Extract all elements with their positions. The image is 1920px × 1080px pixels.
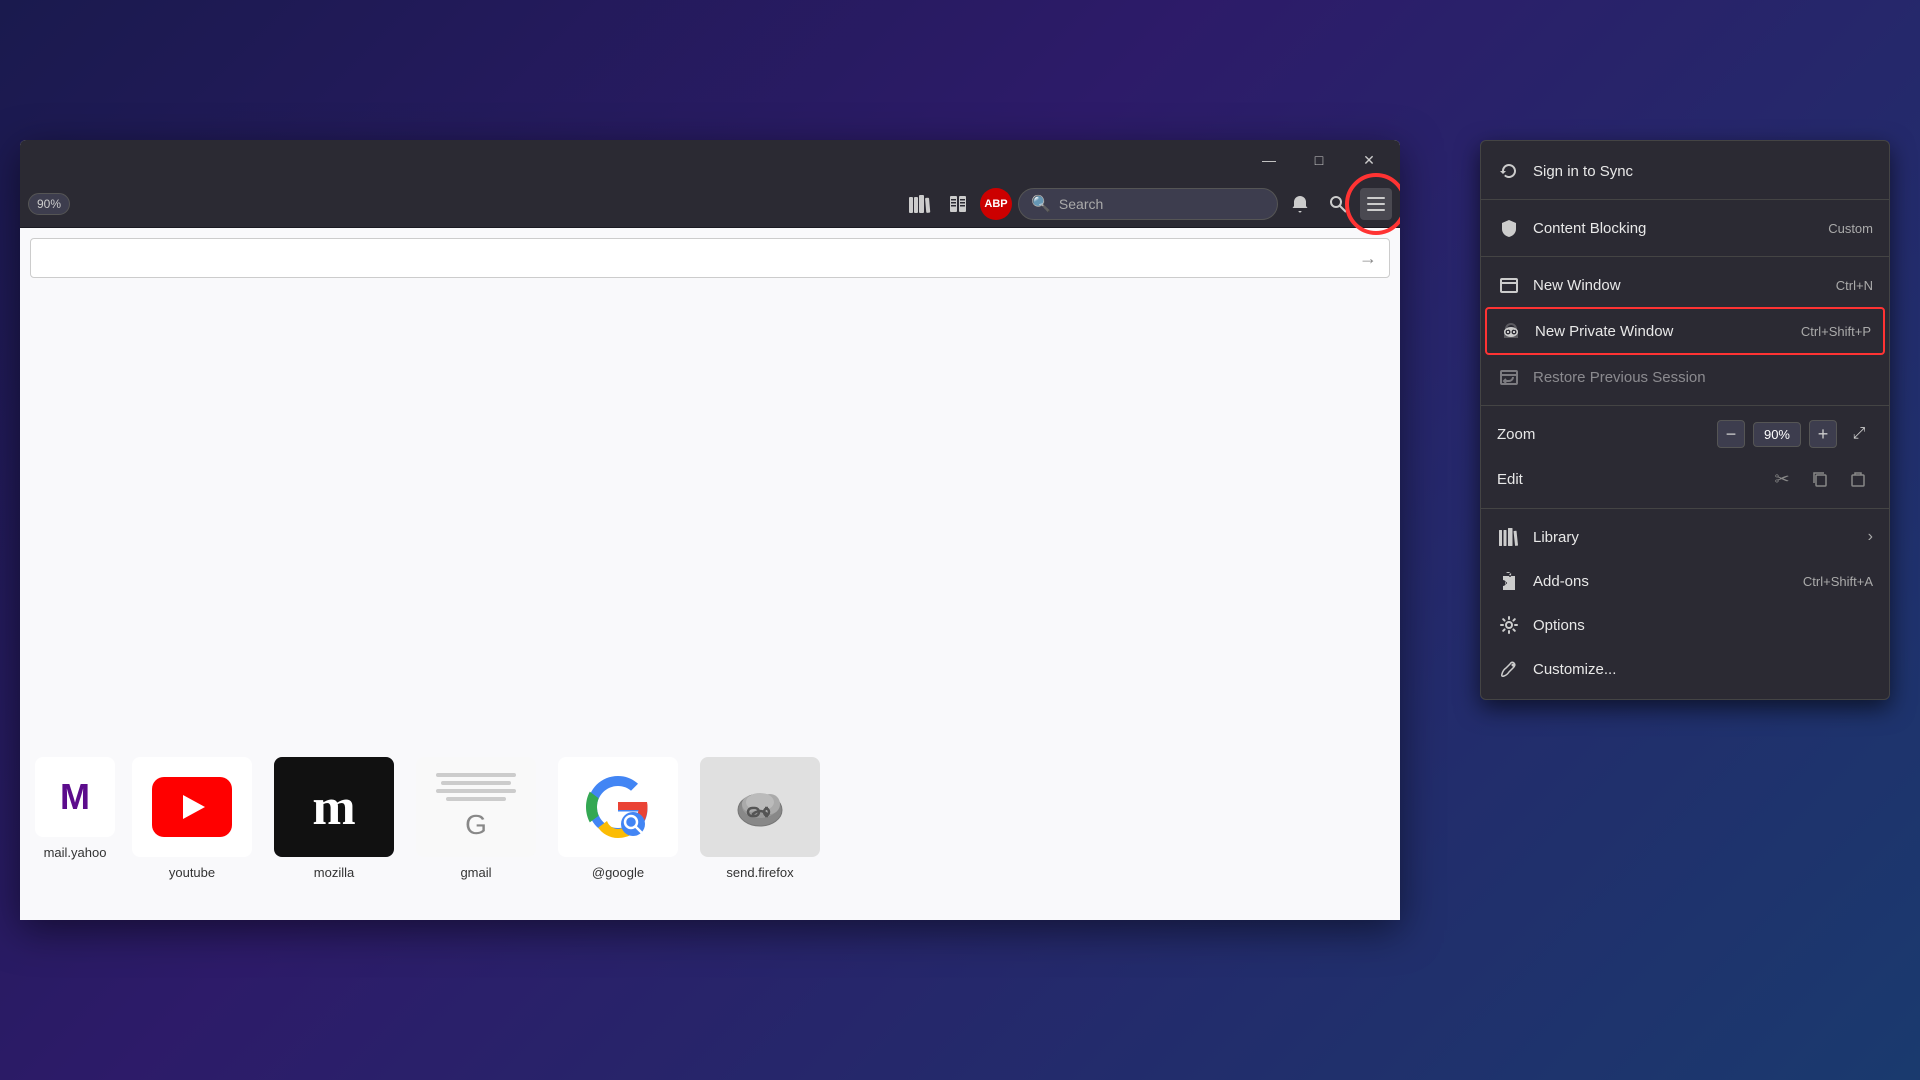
edit-controls: Edit ✂ [1481, 456, 1889, 502]
address-arrow-icon: → [1359, 248, 1377, 269]
menu-button-wrapper [1360, 188, 1392, 220]
search-bar-icon: 🔍 [1031, 194, 1051, 214]
address-bar[interactable]: → [30, 238, 1390, 278]
gmail-label: gmail [460, 865, 491, 880]
new-window-label: New Window [1533, 277, 1824, 294]
addons-icon [1497, 569, 1521, 593]
shortcuts-grid: M mail.yahoo youtube m mozilla [20, 757, 830, 880]
hamburger-menu-button[interactable] [1360, 188, 1392, 220]
mozilla-label: mozilla [314, 865, 354, 880]
customize-icon [1497, 657, 1521, 681]
gmail-line2 [441, 781, 511, 785]
cut-button[interactable]: ✂ [1767, 464, 1797, 494]
send-firefox-icon [725, 772, 795, 842]
yahoo-label: mail.yahoo [44, 845, 107, 860]
send-label: send.firefox [726, 865, 793, 880]
zoom-controls: Zoom − 90% + ⤢ [1481, 412, 1889, 456]
restore-session-icon [1497, 365, 1521, 389]
title-bar-buttons: — □ ✕ [1246, 144, 1392, 176]
toolbar: 90% ABP [20, 180, 1400, 228]
minimize-button[interactable]: — [1246, 144, 1292, 176]
shortcut-send[interactable]: send.firefox [690, 757, 830, 880]
zoom-expand-button[interactable]: ⤢ [1845, 420, 1873, 448]
shortcut-youtube[interactable]: youtube [122, 757, 262, 880]
zoom-label: Zoom [1497, 426, 1709, 443]
context-menu: Sign in to Sync Content Blocking Custom … [1480, 140, 1890, 700]
page-content: → M mail.yahoo youtube [20, 228, 1400, 920]
menu-divider-2 [1481, 256, 1889, 257]
reader-icon[interactable] [942, 188, 974, 220]
menu-item-options[interactable]: Options [1481, 603, 1889, 647]
paste-button[interactable] [1843, 464, 1873, 494]
menu-item-sync[interactable]: Sign in to Sync [1481, 149, 1889, 193]
new-window-shortcut: Ctrl+N [1836, 278, 1873, 293]
zoom-out-button[interactable]: − [1717, 420, 1745, 448]
menu-item-new-private-window[interactable]: New Private Window Ctrl+Shift+P [1485, 307, 1885, 355]
menu-item-new-window[interactable]: New Window Ctrl+N [1481, 263, 1889, 307]
zoom-in-button[interactable]: + [1809, 420, 1837, 448]
menu-divider-3 [1481, 405, 1889, 406]
menu-item-restore-session[interactable]: Restore Previous Session [1481, 355, 1889, 399]
content-blocking-badge: Custom [1828, 221, 1873, 236]
menu-item-addons[interactable]: Add-ons Ctrl+Shift+A [1481, 559, 1889, 603]
mozilla-m-letter: m [312, 778, 355, 837]
copy-button[interactable] [1805, 464, 1835, 494]
yahoo-m-letter: M [60, 776, 90, 818]
library-menu-icon [1497, 525, 1521, 549]
google-g-icon [583, 772, 653, 842]
private-window-icon [1499, 319, 1523, 343]
shortcut-mozilla[interactable]: m mozilla [264, 757, 404, 880]
close-button[interactable]: ✕ [1346, 144, 1392, 176]
zoom-badge[interactable]: 90% [28, 193, 70, 215]
adblock-plus-button[interactable]: ABP [980, 188, 1012, 220]
sync-icon [1497, 159, 1521, 183]
gmail-line3 [436, 789, 516, 793]
shortcut-gmail[interactable]: G gmail [406, 757, 546, 880]
options-label: Options [1533, 617, 1873, 634]
menu-divider-1 [1481, 199, 1889, 200]
library-arrow-icon: › [1868, 528, 1873, 546]
title-bar: — □ ✕ [20, 140, 1400, 180]
customize-label: Customize... [1533, 661, 1873, 678]
library-icon[interactable] [904, 188, 936, 220]
maximize-button[interactable]: □ [1296, 144, 1342, 176]
addons-label: Add-ons [1533, 573, 1791, 590]
shortcut-google[interactable]: @google [548, 757, 688, 880]
content-blocking-label: Content Blocking [1533, 220, 1816, 237]
notifications-icon[interactable] [1284, 188, 1316, 220]
new-private-window-shortcut: Ctrl+Shift+P [1801, 324, 1871, 339]
sync-label: Sign in to Sync [1533, 163, 1873, 180]
zoom-value-display: 90% [1753, 422, 1801, 447]
menu-item-customize[interactable]: Customize... [1481, 647, 1889, 691]
shield-icon [1497, 216, 1521, 240]
browser-window: — □ ✕ 90% [20, 140, 1400, 920]
search-bar[interactable]: 🔍 Search [1018, 188, 1278, 220]
gmail-line1 [436, 773, 516, 777]
library-label: Library [1533, 529, 1856, 546]
options-icon [1497, 613, 1521, 637]
new-private-window-label: New Private Window [1535, 323, 1789, 340]
search-bar-text: Search [1059, 196, 1103, 212]
google-label: @google [592, 865, 644, 880]
addons-shortcut: Ctrl+Shift+A [1803, 574, 1873, 589]
restore-session-label: Restore Previous Session [1533, 369, 1873, 386]
menu-divider-4 [1481, 508, 1889, 509]
youtube-play-icon [152, 777, 232, 837]
gmail-g-letter: G [465, 809, 487, 841]
shortcut-yahoo[interactable]: M mail.yahoo [30, 757, 120, 880]
menu-item-library[interactable]: Library › [1481, 515, 1889, 559]
menu-item-content-blocking[interactable]: Content Blocking Custom [1481, 206, 1889, 250]
edit-label: Edit [1497, 471, 1759, 488]
youtube-label: youtube [169, 865, 215, 880]
find-icon[interactable] [1322, 188, 1354, 220]
gmail-line4 [446, 797, 506, 801]
new-window-icon [1497, 273, 1521, 297]
